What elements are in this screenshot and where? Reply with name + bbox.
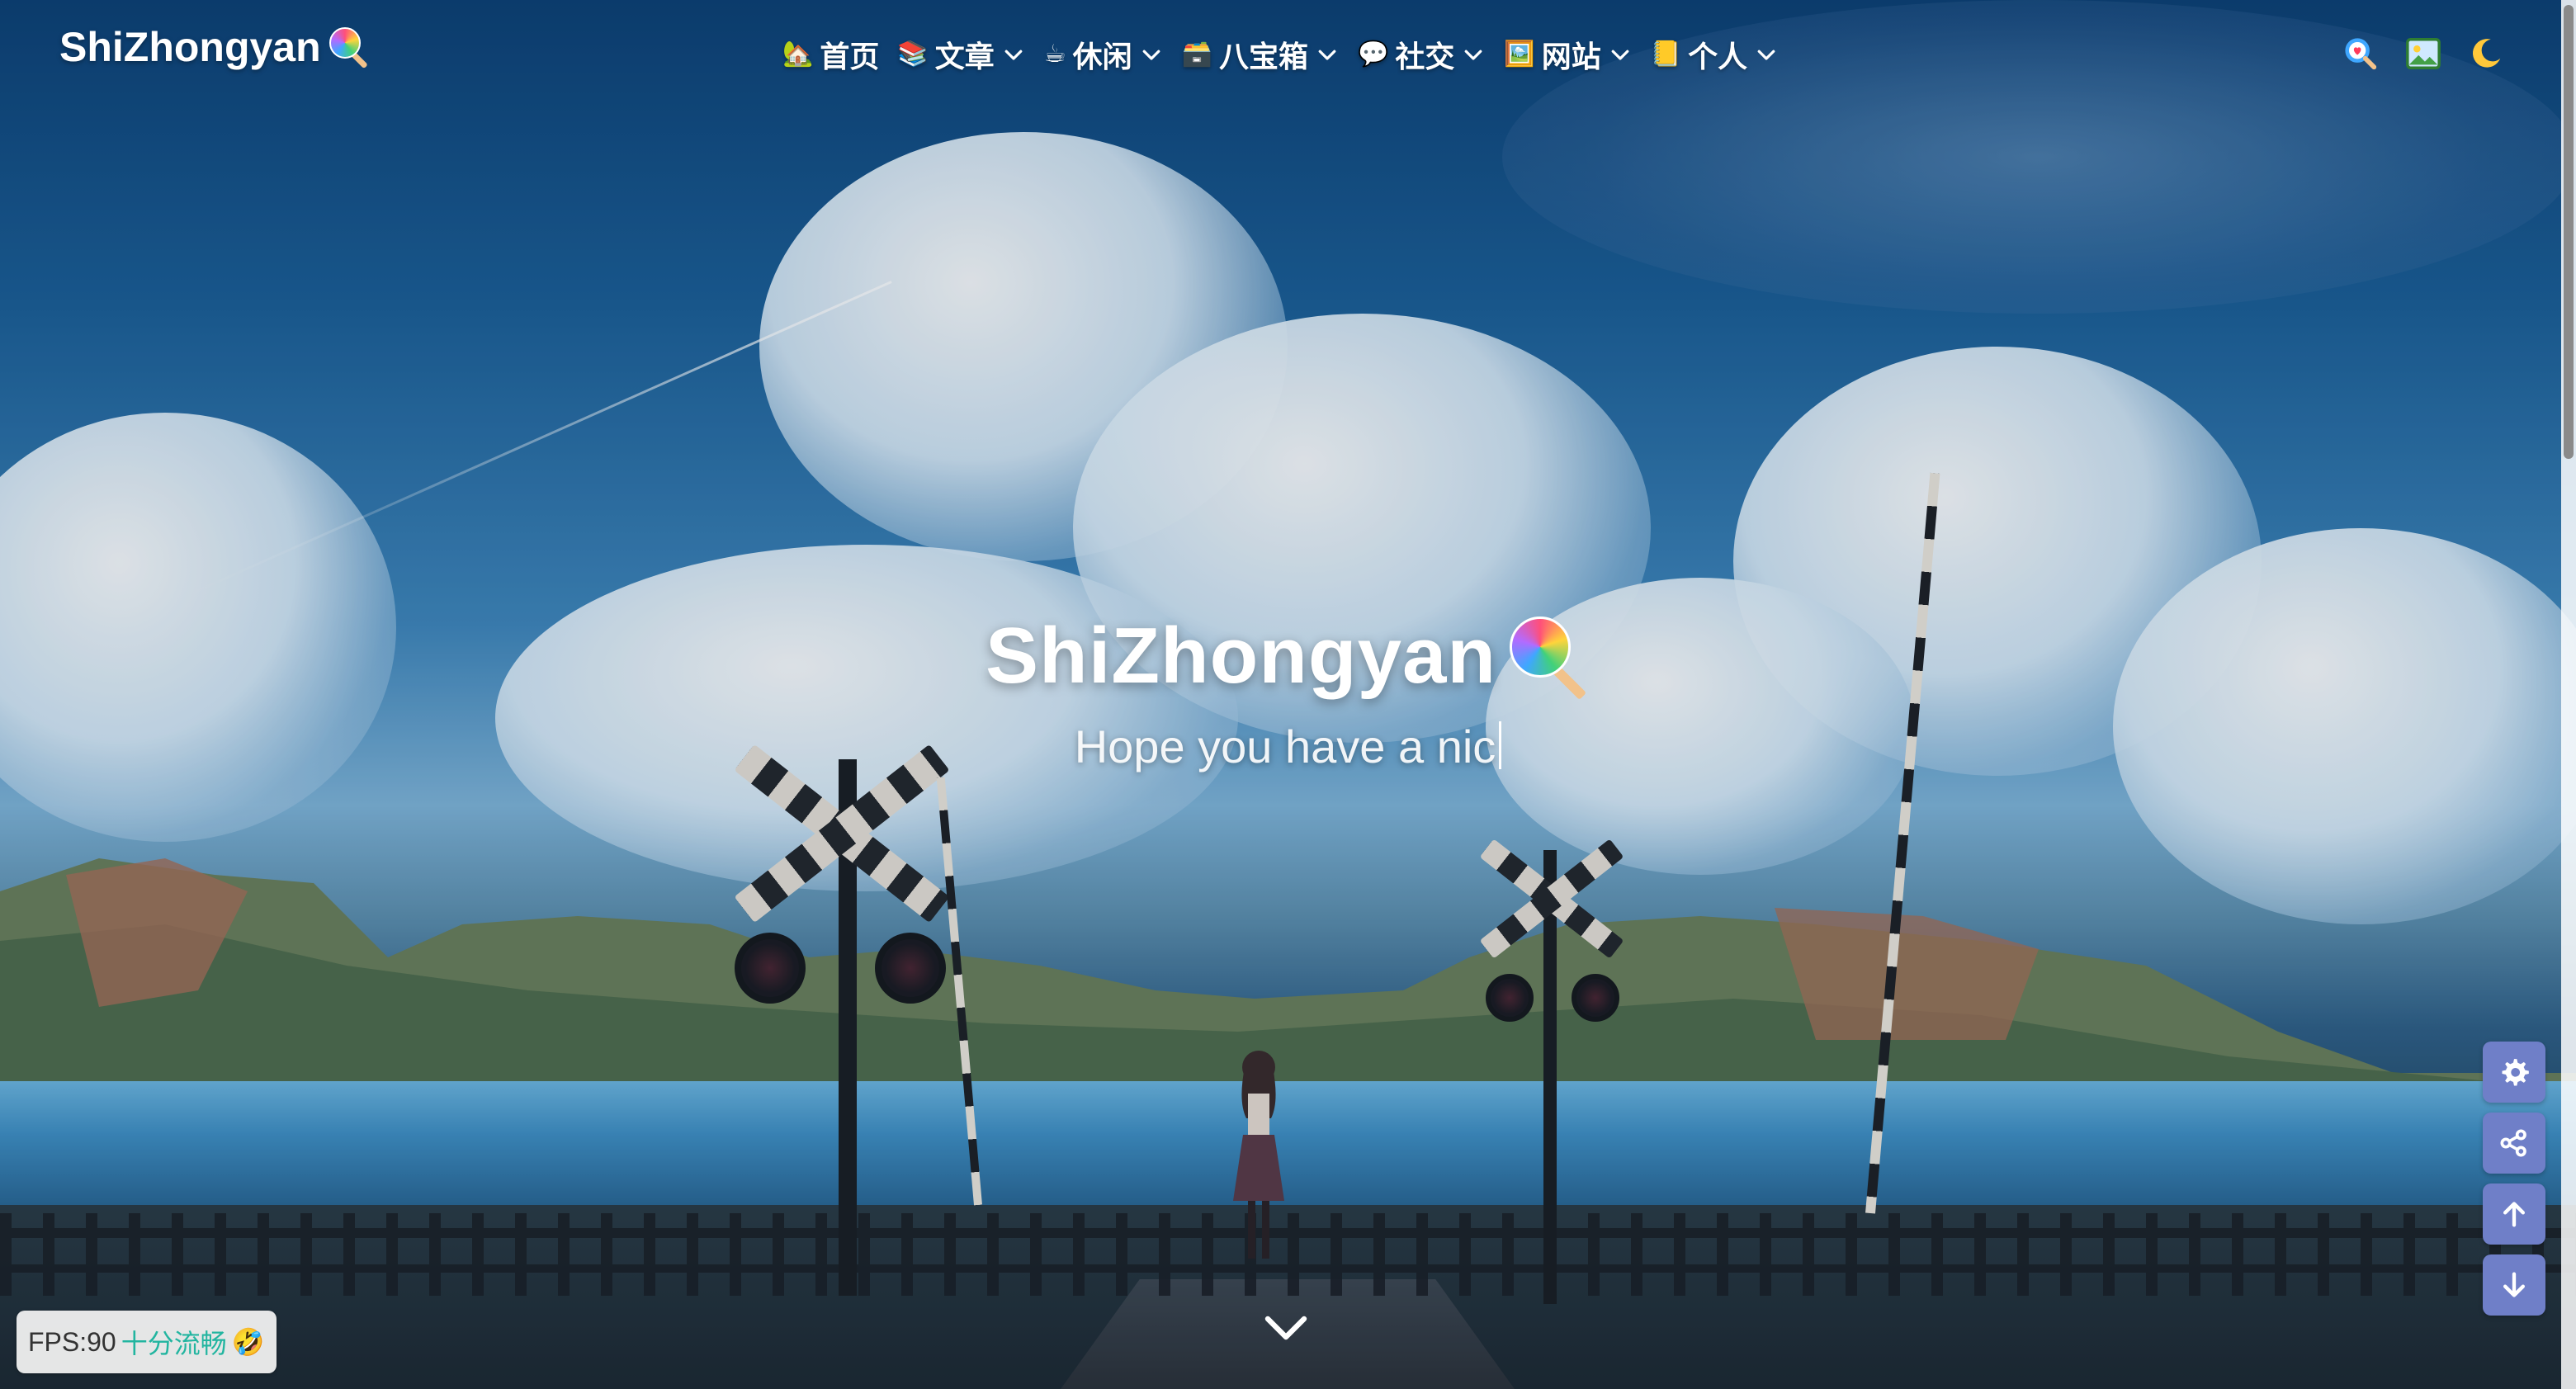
top-navbar: ShiZhongyan 🏡 首页 📚 文章 ☕ 休闲 🗃️ 八宝箱 💬 社交 🖼… bbox=[0, 0, 2576, 104]
header-tools bbox=[2340, 33, 2507, 74]
lollipop-icon bbox=[1508, 615, 1591, 701]
nav-item-label: 文章 bbox=[934, 40, 995, 73]
site-name: ShiZhongyan bbox=[59, 24, 321, 70]
nav-item-social[interactable]: 💬 社交 bbox=[1354, 30, 1489, 79]
nav-item-label: 首页 bbox=[820, 40, 880, 73]
hero-section: ShiZhongyan Hope you have a nic bbox=[0, 611, 2576, 773]
arrow-up-icon bbox=[2503, 1202, 2525, 1227]
fps-badge: FPS:90 十分流畅 🤣 bbox=[17, 1311, 277, 1373]
nav-item-label: 休闲 bbox=[1072, 40, 1132, 73]
nav-item-label: 社交 bbox=[1395, 40, 1455, 73]
typing-cursor bbox=[1499, 721, 1502, 769]
scroll-to-bottom-button[interactable] bbox=[2483, 1254, 2545, 1316]
gear-icon bbox=[2502, 1059, 2529, 1086]
website-icon: 🖼️ bbox=[1504, 40, 1535, 68]
hero-title-text: ShiZhongyan bbox=[985, 612, 1496, 700]
hero-background: ShiZhongyan 🏡 首页 📚 文章 ☕ 休闲 🗃️ 八宝箱 💬 社交 🖼… bbox=[0, 0, 2576, 1389]
fps-value: FPS:90 bbox=[28, 1326, 116, 1357]
nav-item-home[interactable]: 🏡 首页 bbox=[779, 30, 882, 79]
search-button[interactable] bbox=[2340, 33, 2381, 74]
nav-item-label: 个人 bbox=[1688, 40, 1748, 73]
theme-toggle-button[interactable] bbox=[2465, 33, 2507, 74]
moon-icon bbox=[2472, 39, 2501, 68]
settings-button[interactable] bbox=[2483, 1042, 2545, 1103]
nav-item-treasure-box[interactable]: 🗃️ 八宝箱 bbox=[1179, 30, 1343, 79]
chevron-down-icon bbox=[1004, 50, 1023, 60]
lollipop-icon bbox=[328, 26, 371, 69]
typewriter-text: Hope you have a nic bbox=[1074, 720, 1496, 772]
arrow-down-icon bbox=[2503, 1272, 2525, 1297]
nav-item-articles[interactable]: 📚 文章 bbox=[894, 30, 1028, 79]
share-icon bbox=[2500, 1129, 2526, 1157]
chevron-down-icon bbox=[1611, 50, 1629, 60]
chat-icon: 💬 bbox=[1358, 40, 1389, 68]
chevron-down-icon bbox=[1757, 50, 1775, 60]
wallpaper-button[interactable] bbox=[2403, 33, 2444, 74]
nav-item-label: 八宝箱 bbox=[1219, 40, 1309, 73]
coffee-icon: ☕ bbox=[1043, 40, 1066, 68]
laughing-emoji-icon: 🤣 bbox=[231, 1327, 265, 1357]
main-menu: 🏡 首页 📚 文章 ☕ 休闲 🗃️ 八宝箱 💬 社交 🖼️ 网站 📒 个人 bbox=[779, 30, 1782, 79]
notebook-icon: 📒 bbox=[1650, 40, 1682, 68]
search-icon bbox=[2345, 38, 2377, 70]
chevron-down-icon bbox=[1465, 50, 1482, 60]
nav-item-websites[interactable]: 🖼️ 网站 bbox=[1501, 30, 1635, 79]
scrollbar[interactable] bbox=[2561, 0, 2576, 1389]
site-logo-link[interactable]: ShiZhongyan bbox=[59, 23, 371, 71]
box-icon: 🗃️ bbox=[1181, 40, 1213, 68]
scroll-to-top-button[interactable] bbox=[2483, 1183, 2545, 1245]
nav-item-personal[interactable]: 📒 个人 bbox=[1647, 30, 1782, 79]
wallpaper-icon bbox=[2406, 38, 2441, 69]
scrollbar-thumb[interactable] bbox=[2564, 5, 2574, 459]
chevron-down-icon bbox=[1142, 50, 1160, 60]
hero-title: ShiZhongyan bbox=[985, 611, 1591, 702]
books-icon: 📚 bbox=[897, 40, 929, 68]
nav-item-label: 网站 bbox=[1541, 40, 1601, 73]
nav-item-leisure[interactable]: ☕ 休闲 bbox=[1041, 30, 1167, 79]
floating-toolbar bbox=[2483, 1042, 2545, 1316]
hero-subtitle: Hope you have a nic bbox=[0, 720, 2576, 773]
home-icon: 🏡 bbox=[782, 40, 814, 68]
chevron-down-icon bbox=[1318, 50, 1336, 60]
scroll-down-button[interactable] bbox=[1263, 1312, 1309, 1345]
fps-status: 十分流畅 bbox=[121, 1329, 227, 1358]
share-button[interactable] bbox=[2483, 1113, 2545, 1174]
